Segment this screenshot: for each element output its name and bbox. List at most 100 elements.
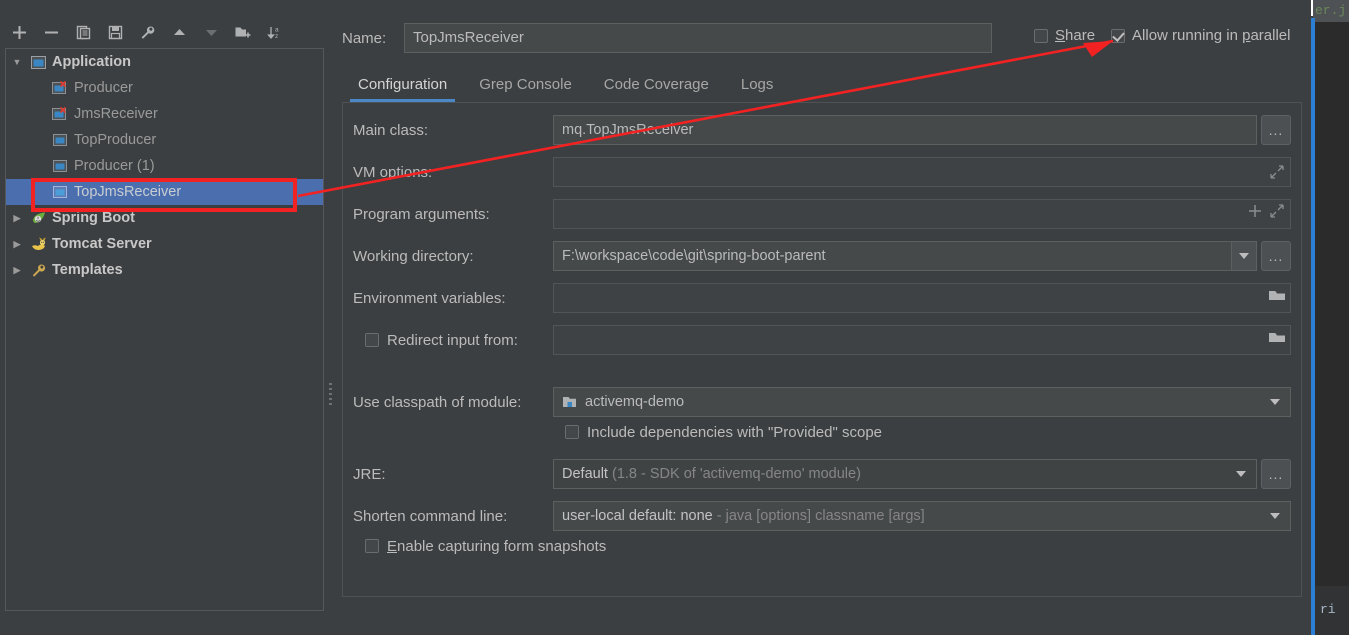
new-folder-button[interactable]: [228, 19, 258, 45]
redirect-input-field[interactable]: [553, 325, 1291, 355]
jre-value-detail: (1.8 - SDK of 'activemq-demo' module): [612, 460, 861, 488]
tree-group-spring-boot[interactable]: ▶ Spring Boot: [6, 205, 323, 231]
use-classpath-combo[interactable]: activemq-demo: [553, 387, 1291, 417]
program-arguments-input[interactable]: [553, 199, 1291, 229]
plus-icon[interactable]: [1248, 200, 1262, 228]
allow-parallel-checkbox[interactable]: [1111, 29, 1125, 43]
tree-group-label: Tomcat Server: [51, 236, 152, 252]
application-error-icon: [50, 106, 70, 122]
redirect-input-label-wrap: Redirect input from:: [353, 332, 553, 349]
chevron-down-icon[interactable]: [1270, 399, 1280, 405]
remove-button[interactable]: [36, 19, 66, 45]
sort-alpha-icon[interactable]: a z: [260, 19, 290, 45]
working-directory-browse-button[interactable]: ...: [1261, 241, 1291, 271]
use-classpath-value: activemq-demo: [585, 388, 684, 416]
configuration-form: Main class: mq.TopJmsReceiver ... VM opt…: [343, 103, 1301, 596]
application-icon: [28, 54, 48, 70]
tab-logs[interactable]: Logs: [725, 72, 790, 102]
chevron-right-icon[interactable]: ▶: [6, 265, 28, 276]
chevron-down-icon[interactable]: [1236, 471, 1246, 477]
enable-snapshots-checkbox[interactable]: [365, 539, 379, 553]
program-arguments-icons: [1248, 200, 1284, 228]
tree-item-label: TopProducer: [73, 132, 156, 148]
background-editor-code-text: ri: [1320, 602, 1336, 617]
main-class-input[interactable]: mq.TopJmsReceiver: [553, 115, 1257, 145]
tree-item-producer-1[interactable]: Producer (1): [6, 153, 323, 179]
tree-group-application[interactable]: ▼ Application: [6, 49, 323, 75]
copy-button[interactable]: [68, 19, 98, 45]
redirect-input-checkbox[interactable]: [365, 333, 379, 347]
spring-boot-icon: [28, 210, 48, 226]
main-class-label: Main class:: [353, 122, 553, 139]
working-directory-row: Working directory: F:\workspace\code\git…: [353, 241, 1291, 271]
move-down-button[interactable]: [196, 19, 226, 45]
tree-group-tomcat-server[interactable]: ▶ Tomcat Server: [6, 231, 323, 257]
shorten-command-line-row: Shorten command line: user-local default…: [353, 501, 1291, 531]
tab-configuration[interactable]: Configuration: [342, 72, 463, 102]
chevron-down-icon[interactable]: ▼: [6, 57, 28, 67]
program-arguments-label: Program arguments:: [353, 206, 553, 223]
jre-row: JRE: Default (1.8 - SDK of 'activemq-dem…: [353, 459, 1291, 489]
environment-variables-input[interactable]: [553, 283, 1291, 313]
module-folder-icon: [562, 395, 578, 409]
shorten-value-detail: - java [options] classname [args]: [717, 502, 925, 530]
dialog-body: a z ▼ Application: [0, 0, 1311, 635]
tab-grep-console[interactable]: Grep Console: [463, 72, 588, 102]
enable-snapshots-row[interactable]: Enable capturing form snapshots: [353, 531, 1291, 561]
tree-group-templates[interactable]: ▶ Templates: [6, 257, 323, 283]
program-arguments-row: Program arguments:: [353, 199, 1291, 229]
application-error-icon: [50, 80, 70, 96]
share-checkbox-row[interactable]: Share: [1034, 27, 1095, 44]
parallel-checkbox-row[interactable]: Allow running in parallel: [1111, 27, 1290, 44]
environment-variables-label: Environment variables:: [353, 290, 553, 307]
application-icon: [50, 184, 70, 200]
jre-combo[interactable]: Default (1.8 - SDK of 'activemq-demo' mo…: [553, 459, 1257, 489]
use-classpath-row: Use classpath of module: activemq-demo: [353, 387, 1291, 417]
include-dependencies-checkbox[interactable]: [565, 425, 579, 439]
application-icon: [50, 158, 70, 174]
folder-icon[interactable]: [1268, 284, 1286, 312]
share-checkbox[interactable]: [1034, 29, 1048, 43]
tree-group-label: Templates: [51, 262, 123, 278]
jre-value-default: Default: [562, 460, 608, 488]
chevron-right-icon[interactable]: ▶: [6, 239, 28, 250]
jre-label: JRE:: [353, 466, 553, 483]
chevron-down-icon[interactable]: [1270, 513, 1280, 519]
name-input[interactable]: TopJmsReceiver: [404, 23, 992, 53]
tree-group-application-label: Application: [51, 54, 131, 70]
include-dependencies-row[interactable]: Include dependencies with "Provided" sco…: [353, 417, 1291, 447]
tree-item-topjmsreceiver[interactable]: TopJmsReceiver: [6, 179, 323, 205]
tree-item-label: JmsReceiver: [73, 106, 158, 122]
vm-options-input[interactable]: [553, 157, 1291, 187]
expand-icon[interactable]: [1270, 200, 1284, 228]
splitter-handle[interactable]: [329, 383, 333, 405]
tomcat-icon: [28, 236, 48, 252]
tree-item-jmsreceiver[interactable]: JmsReceiver: [6, 101, 323, 127]
working-directory-dropdown[interactable]: [1231, 241, 1257, 271]
environment-variables-row: Environment variables:: [353, 283, 1291, 313]
move-up-button[interactable]: [164, 19, 194, 45]
working-directory-label: Working directory:: [353, 248, 553, 265]
configurations-tree[interactable]: ▼ Application: [5, 48, 324, 611]
jre-browse-button[interactable]: ...: [1261, 459, 1291, 489]
chevron-right-icon[interactable]: ▶: [6, 213, 28, 224]
dialog-focus-strip: [1311, 18, 1315, 635]
save-button[interactable]: [100, 19, 130, 45]
main-class-row: Main class: mq.TopJmsReceiver ...: [353, 115, 1291, 145]
redirect-input-row: Redirect input from:: [353, 325, 1291, 355]
vm-options-label: VM options:: [353, 164, 553, 181]
vm-options-row: VM options:: [353, 157, 1291, 187]
expand-icon[interactable]: [1270, 165, 1284, 179]
tree-item-producer[interactable]: Producer: [6, 75, 323, 101]
tree-item-topproducer[interactable]: TopProducer: [6, 127, 323, 153]
add-button[interactable]: [4, 19, 34, 45]
shorten-command-line-combo[interactable]: user-local default: none - java [options…: [553, 501, 1291, 531]
main-class-browse-button[interactable]: ...: [1261, 115, 1291, 145]
configurations-left-panel: a z ▼ Application: [0, 0, 327, 635]
folder-icon[interactable]: [1268, 326, 1286, 354]
name-label: Name:: [342, 30, 404, 47]
working-directory-input[interactable]: F:\workspace\code\git\spring-boot-parent: [553, 241, 1232, 271]
wrench-icon[interactable]: [132, 19, 162, 45]
tab-code-coverage[interactable]: Code Coverage: [588, 72, 725, 102]
shorten-command-line-label: Shorten command line:: [353, 508, 553, 525]
